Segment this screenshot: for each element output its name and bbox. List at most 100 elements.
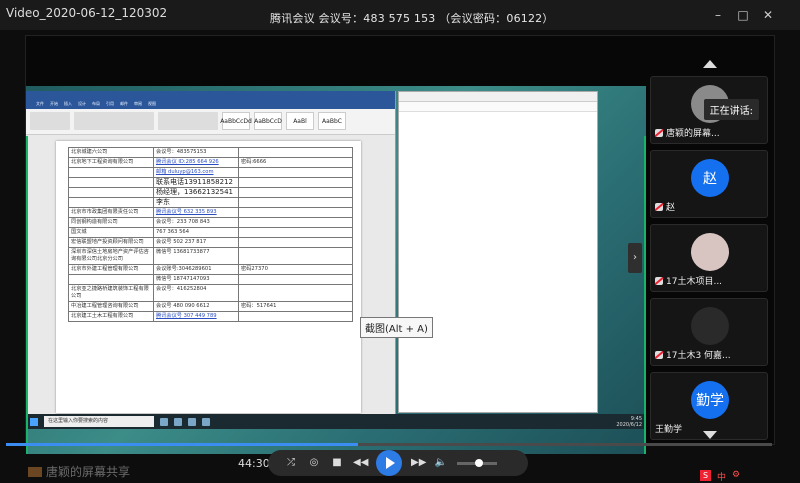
table-cell[interactable]	[238, 177, 353, 188]
explorer-address-bar[interactable]	[399, 102, 597, 112]
ribbon-tab[interactable]: 引用	[106, 101, 114, 109]
paragraph-group[interactable]	[158, 112, 218, 130]
ribbon-tab[interactable]: 设计	[78, 101, 86, 109]
style-heading2[interactable]: AaBbC	[318, 112, 346, 130]
style-normal[interactable]: AaBbCcDd	[220, 112, 252, 130]
task-view-icon[interactable]	[160, 417, 168, 426]
table-cell[interactable]	[238, 207, 353, 218]
table-cell[interactable]: 会议号：483575153	[153, 147, 239, 158]
fast-forward-icon[interactable]: ▶▶	[411, 457, 426, 469]
table-cell[interactable]: 密码：517641	[238, 301, 353, 312]
table-cell[interactable]	[68, 274, 154, 285]
table-cell[interactable]: 中冶建工程管理咨询有限公司	[68, 301, 154, 312]
table-cell[interactable]	[238, 284, 353, 302]
ribbon-tab[interactable]: 插入	[64, 101, 72, 109]
ime-icon[interactable]: 中	[717, 470, 726, 483]
table-cell[interactable]: 767 363 564	[153, 227, 239, 238]
table-cell[interactable]	[238, 187, 353, 198]
table-cell[interactable]: 会议号：416252804	[153, 284, 239, 302]
avatar	[691, 233, 729, 271]
table-cell[interactable]	[238, 311, 353, 322]
participant-tile[interactable]: 17土木项目...	[650, 224, 768, 292]
ribbon-tab[interactable]: 开始	[50, 101, 58, 109]
participant-tile[interactable]: 正在讲话: 唐颖的屏幕...	[650, 76, 768, 144]
word-icon[interactable]	[202, 417, 210, 426]
table-cell[interactable]: 杨经理，13662132541	[153, 187, 239, 198]
play-button[interactable]	[376, 450, 402, 476]
rewind-icon[interactable]: ◀◀	[353, 457, 368, 469]
table-cell[interactable]	[238, 217, 353, 228]
taskbar-search-input[interactable]: 在这里输入你要搜索的内容	[44, 416, 154, 427]
maximize-button[interactable]: □	[735, 8, 751, 22]
table-cell[interactable]: 微信号 13681733877	[153, 247, 239, 265]
ribbon-tab[interactable]: 审阅	[134, 101, 142, 109]
ribbon-tab[interactable]: 邮件	[120, 101, 128, 109]
participant-tile[interactable]: 勤学 王勤学	[650, 372, 768, 440]
volume-slider[interactable]	[457, 458, 497, 467]
table-cell[interactable]: 密码27370	[238, 264, 353, 275]
shuffle-icon[interactable]: ⤮	[284, 457, 298, 469]
volume-icon[interactable]: 🔈	[434, 457, 448, 469]
table-cell[interactable]: 腾讯会议号 307 449 789	[153, 311, 239, 322]
table-cell[interactable]: 北京建工土木工程有限公司	[68, 311, 154, 322]
scroll-down-icon[interactable]	[703, 431, 717, 439]
table-cell[interactable]: 腾讯会议 ID:285 664 926	[153, 157, 239, 168]
table-cell[interactable]: 北京亚之捷路桥建筑装饰工程有限公司	[68, 284, 154, 302]
table-cell[interactable]	[238, 167, 353, 178]
table-cell[interactable]	[68, 167, 154, 178]
playback-progress-bar[interactable]	[6, 443, 772, 446]
table-cell[interactable]	[68, 177, 154, 188]
settings-icon[interactable]: ⚙	[732, 470, 740, 483]
table-cell[interactable]	[68, 187, 154, 198]
font-group[interactable]	[74, 112, 154, 130]
participant-name-row: 王勤学	[655, 422, 682, 435]
style-heading1[interactable]: AaBl	[286, 112, 314, 130]
table-cell[interactable]: 邮箱 duluyp@163.com	[153, 167, 239, 178]
table-cell[interactable]: 北京市外建工程管理有限公司	[68, 264, 154, 275]
table-cell[interactable]: 李东	[153, 197, 239, 208]
table-cell[interactable]: 微信号 18747147093	[153, 274, 239, 285]
table-cell[interactable]: 密码:6666	[238, 157, 353, 168]
loop-icon[interactable]: ◎	[307, 457, 321, 469]
volume-knob[interactable]	[475, 458, 483, 467]
table-cell[interactable]	[238, 274, 353, 285]
table-cell[interactable]: 宏信联盟地产投资顾问有限公司	[68, 237, 154, 248]
table-cell[interactable]: 北京城建六公司	[68, 147, 154, 158]
table-cell[interactable]: 国文城	[68, 227, 154, 238]
table-cell[interactable]: 会议号 480 090 6612	[153, 301, 239, 312]
ribbon-tab[interactable]: 文件	[36, 101, 44, 109]
participant-name: 赵	[666, 203, 676, 213]
ribbon-tab[interactable]: 视图	[148, 101, 156, 109]
table-cell[interactable]: 联系电话13911858212	[153, 177, 239, 188]
table-cell[interactable]: 北京市市政集团有限责任公司	[68, 207, 154, 218]
table-cell[interactable]	[238, 147, 353, 158]
clipboard-group[interactable]	[30, 112, 70, 130]
stop-icon[interactable]: ■	[330, 457, 344, 469]
ribbon-tab[interactable]: 布局	[92, 101, 100, 109]
table-cell[interactable]	[238, 247, 353, 265]
scroll-up-icon[interactable]	[703, 60, 717, 68]
minimize-button[interactable]: –	[710, 8, 726, 22]
explorer-icon[interactable]	[188, 417, 196, 426]
table-cell[interactable]	[238, 227, 353, 238]
start-icon[interactable]	[30, 417, 38, 426]
participant-tile[interactable]: 赵 赵	[650, 150, 768, 218]
table-cell[interactable]	[238, 237, 353, 248]
collapse-panel-button[interactable]: ›	[628, 243, 642, 273]
table-cell[interactable]: 同创钢构造有限公司	[68, 217, 154, 228]
edge-icon[interactable]	[174, 417, 182, 426]
table-cell[interactable]: 会议号：233 708 843	[153, 217, 239, 228]
table-cell[interactable]: 会议账号:3046289601	[153, 264, 239, 275]
table-cell[interactable]	[68, 197, 154, 208]
table-cell[interactable]: 北京地下工程资询有限公司	[68, 157, 154, 168]
close-button[interactable]: ✕	[760, 8, 776, 22]
clock-date: 2020/6/12	[616, 421, 642, 428]
sogou-icon[interactable]: S	[700, 470, 711, 481]
table-row: 宏信联盟地产投资顾问有限公司 会议号 502 237 817	[68, 237, 353, 248]
table-cell[interactable]: 深圳市深信土地房地产资产评估咨询有限公司北京分公司	[68, 247, 154, 265]
table-cell[interactable]: 会议号 502 237 817	[153, 237, 239, 248]
table-cell[interactable]: 腾讯会议号 632 335 893	[153, 207, 239, 218]
table-cell[interactable]	[238, 197, 353, 208]
participant-tile[interactable]: 17土木3 何嘉...	[650, 298, 768, 366]
style-nospacing[interactable]: AaBbCcD	[254, 112, 282, 130]
